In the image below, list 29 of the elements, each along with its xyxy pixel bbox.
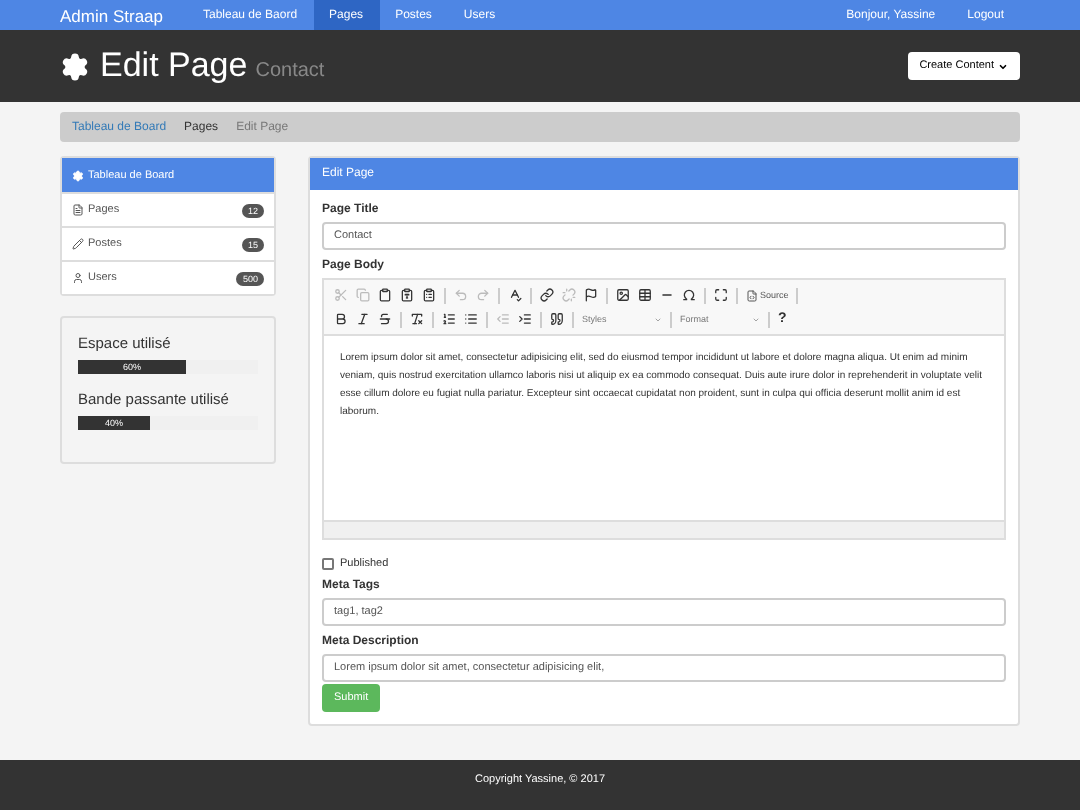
maximize-icon[interactable] — [714, 288, 728, 302]
brand[interactable]: Admin Straap — [60, 0, 163, 30]
table-icon[interactable] — [638, 288, 652, 302]
strikethrough-icon[interactable] — [378, 312, 392, 326]
paste-text-icon[interactable] — [400, 288, 414, 302]
page-title: Edit Page Contact — [100, 46, 325, 86]
sidebar-item-icon — [72, 238, 84, 250]
numbered-list-icon[interactable] — [442, 312, 456, 326]
paste-icon[interactable] — [378, 288, 392, 302]
horizontal-line-icon[interactable] — [660, 288, 674, 302]
omega-icon[interactable] — [682, 288, 696, 302]
remove-format-icon[interactable] — [410, 312, 424, 326]
indent-icon[interactable] — [518, 312, 532, 326]
sidebar-item-icon — [72, 272, 84, 284]
page-subtitle: Contact — [255, 60, 325, 82]
bulleted-list-icon[interactable] — [464, 312, 478, 326]
paste-word-icon[interactable] — [422, 288, 436, 302]
source-icon — [746, 289, 758, 301]
caret-icon — [998, 61, 1008, 71]
italic-icon[interactable] — [356, 312, 370, 326]
bold-icon[interactable] — [334, 312, 348, 326]
link-icon[interactable] — [540, 288, 554, 302]
sidebar-item-icon — [72, 169, 84, 181]
image-icon[interactable] — [616, 288, 630, 302]
spellcheck-icon[interactable] — [508, 288, 522, 302]
flag-icon[interactable] — [584, 288, 598, 302]
settings-icon — [60, 51, 90, 81]
quote-icon[interactable] — [550, 312, 564, 326]
sidebar-item-icon — [72, 204, 84, 216]
